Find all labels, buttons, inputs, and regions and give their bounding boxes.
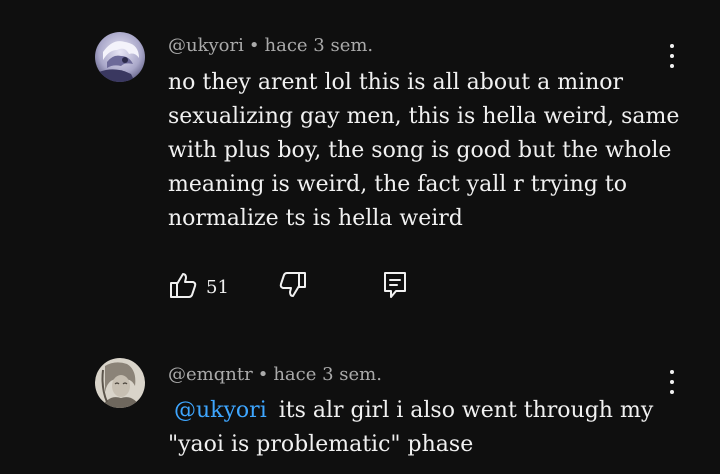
dislike-button[interactable] bbox=[278, 270, 308, 304]
comment-actions: 51 bbox=[168, 270, 428, 304]
like-count: 51 bbox=[206, 276, 229, 298]
comment-timestamp[interactable]: hace 3 sem. bbox=[265, 35, 374, 56]
meta-separator: • bbox=[248, 35, 260, 56]
reply-button[interactable] bbox=[380, 270, 410, 304]
author-name[interactable]: @emqntr bbox=[168, 364, 253, 385]
comment-timestamp[interactable]: hace 3 sem. bbox=[273, 364, 382, 385]
more-vertical-icon[interactable] bbox=[662, 368, 682, 396]
comment-text: no they arent lol this is all about a mi… bbox=[168, 70, 680, 231]
mention-link[interactable]: @ukyori bbox=[174, 398, 267, 423]
author-name[interactable]: @ukyori bbox=[168, 35, 244, 56]
reply-icon bbox=[380, 269, 410, 305]
thumbs-down-icon bbox=[278, 270, 308, 304]
meta-separator: • bbox=[257, 364, 269, 385]
comment-meta: @emqntr • hace 3 sem. bbox=[168, 364, 382, 385]
thumbs-up-icon bbox=[168, 270, 198, 304]
like-button[interactable]: 51 bbox=[168, 270, 229, 304]
avatar[interactable] bbox=[95, 32, 145, 82]
comment-text: @ukyori its alr girl i also went through … bbox=[168, 394, 688, 462]
avatar[interactable] bbox=[95, 358, 145, 408]
comment-meta: @ukyori • hace 3 sem. bbox=[168, 35, 373, 56]
more-vertical-icon[interactable] bbox=[662, 42, 682, 70]
